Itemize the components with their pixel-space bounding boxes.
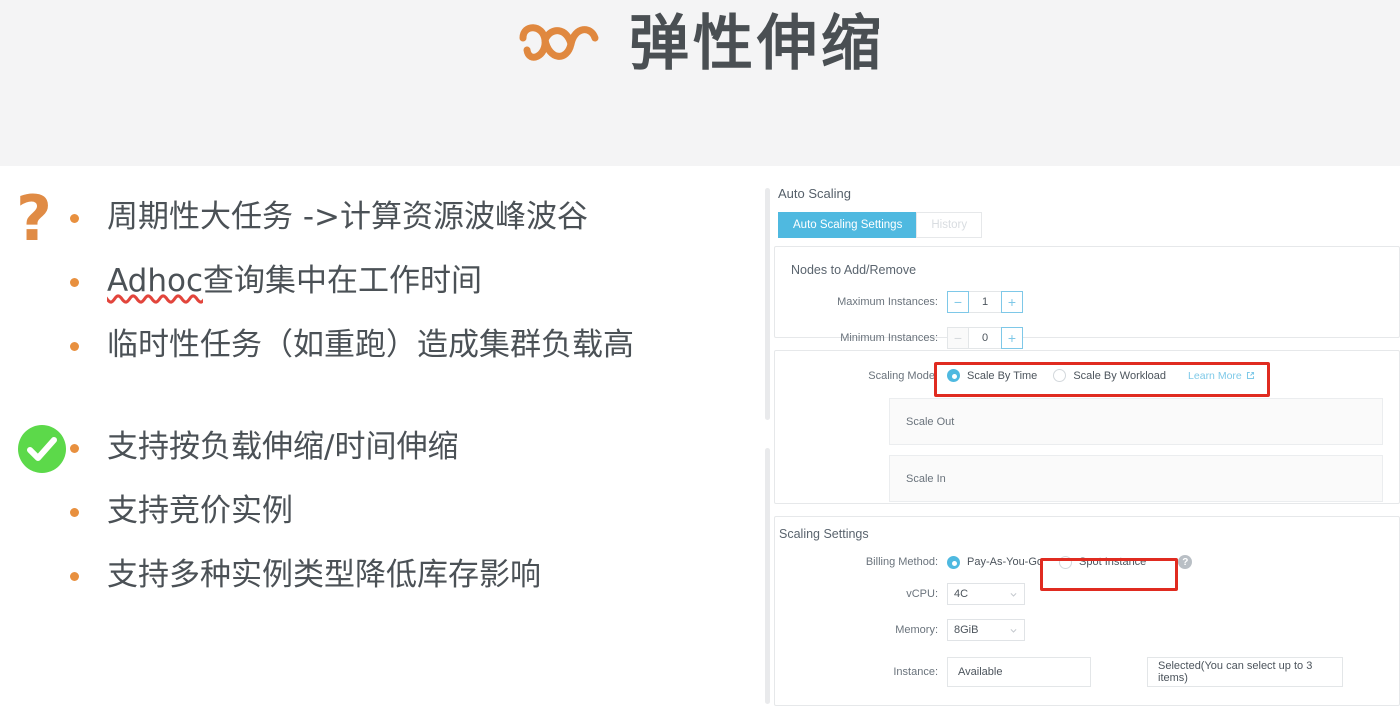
bullet-text: 支持竞价实例 bbox=[107, 493, 293, 530]
panel-title: Auto Scaling bbox=[778, 186, 851, 201]
available-header: Available bbox=[958, 666, 1003, 678]
radio-button-icon[interactable] bbox=[1059, 555, 1073, 569]
tab-auto-scaling-settings[interactable]: Auto Scaling Settings bbox=[778, 212, 917, 238]
scaling-settings-card: Scaling Settings Billing Method: Pay-As-… bbox=[774, 516, 1400, 706]
question-mark-icon: ? bbox=[16, 182, 52, 255]
bullet-list-features: 支持按负载伸缩/时间伸缩 支持竞价实例 支持多种实例类型降低库存影响 bbox=[70, 416, 541, 608]
memory-value: 8GiB bbox=[954, 624, 979, 636]
radio-pay-as-you-go[interactable]: Pay-As-You-Go bbox=[947, 555, 1044, 569]
minimum-instances-stepper[interactable]: − 0 + bbox=[947, 327, 1023, 349]
minimum-increment-button[interactable]: + bbox=[1001, 327, 1023, 349]
vcpu-label: vCPU: bbox=[906, 588, 938, 600]
page-title: 弹性伸缩 bbox=[629, 9, 885, 79]
scrollbar-thumb-upper[interactable] bbox=[765, 188, 770, 420]
left-content-pane: ? 周期性大任务 ->计算资源波峰波谷 Adhoc查询集中在工作时间 临时性任务… bbox=[0, 166, 745, 714]
tab-history[interactable]: History bbox=[916, 212, 983, 238]
radio-button-icon[interactable] bbox=[947, 555, 960, 569]
bullet-text: 周期性大任务 ->计算资源波峰波谷 bbox=[107, 199, 589, 236]
learn-more-link[interactable]: Learn More bbox=[1188, 370, 1255, 382]
maximum-instances-label: Maximum Instances: bbox=[837, 296, 938, 308]
radio-label: Spot Instance bbox=[1079, 556, 1147, 568]
scaling-mode-row: Scaling Mode: Scale By Time Scale By Wor… bbox=[775, 369, 1399, 382]
radio-label: Pay-As-You-Go bbox=[967, 556, 1044, 568]
memory-row: Memory: 8GiB bbox=[775, 619, 1399, 641]
scale-out-label: Scale Out bbox=[906, 415, 955, 428]
header-content: 弹性伸缩 bbox=[0, 0, 1400, 88]
radio-button-icon[interactable] bbox=[1053, 369, 1067, 382]
billing-method-label: Billing Method: bbox=[865, 556, 938, 568]
instance-label: Instance: bbox=[893, 666, 938, 678]
scaling-mode-card: Scaling Mode: Scale By Time Scale By Wor… bbox=[774, 350, 1400, 504]
list-item: 支持竞价实例 bbox=[70, 480, 541, 544]
minimum-instances-value[interactable]: 0 bbox=[969, 327, 1001, 349]
minimum-instances-label: Minimum Instances: bbox=[840, 332, 938, 344]
minimum-instances-row: Minimum Instances: − 0 + bbox=[775, 327, 1399, 349]
bullet-text: 支持按负载伸缩/时间伸缩 bbox=[107, 429, 459, 466]
list-item: 临时性任务（如重跑）造成集群负载高 bbox=[70, 314, 634, 378]
green-check-icon-svg bbox=[18, 425, 66, 473]
learn-more-label: Learn More bbox=[1188, 369, 1242, 382]
list-item: 支持按负载伸缩/时间伸缩 bbox=[70, 416, 541, 480]
chevron-down-icon bbox=[1010, 628, 1017, 633]
tab-label: History bbox=[931, 219, 968, 231]
bullet-text: 支持多种实例类型降低库存影响 bbox=[107, 557, 541, 594]
vcpu-row: vCPU: 4C bbox=[775, 583, 1399, 605]
instance-row: Instance: Available Selected(You can sel… bbox=[775, 657, 1399, 687]
vcpu-value: 4C bbox=[954, 588, 969, 600]
bullet-text: Adhoc查询集中在工作时间 bbox=[107, 263, 482, 300]
scrollbar-thumb-lower[interactable] bbox=[765, 448, 770, 704]
scaling-mode-label: Scaling Mode: bbox=[868, 369, 938, 382]
nodes-card: Nodes to Add/Remove Maximum Instances: −… bbox=[774, 246, 1400, 349]
elastic-scaling-logo-svg bbox=[519, 24, 599, 61]
bullet-dot-icon bbox=[70, 571, 79, 581]
radio-label: Scale By Workload bbox=[1073, 369, 1167, 382]
chevron-down-icon bbox=[1010, 592, 1017, 597]
auto-scaling-panel: Auto Scaling Auto Scaling Settings Histo… bbox=[774, 166, 1400, 714]
radio-button-icon[interactable] bbox=[947, 369, 960, 382]
radio-scale-by-time[interactable]: Scale By Time bbox=[947, 369, 1037, 382]
list-item: Adhoc查询集中在工作时间 bbox=[70, 250, 634, 314]
bullet-dot-icon bbox=[70, 507, 79, 517]
maximum-decrement-button[interactable]: − bbox=[947, 291, 969, 313]
radio-spot-instance[interactable]: Spot Instance bbox=[1059, 555, 1147, 569]
scaling-settings-title: Scaling Settings bbox=[779, 527, 869, 541]
elastic-scaling-logo bbox=[515, 16, 603, 72]
bullet-dot-icon bbox=[70, 443, 79, 453]
bullet-list-problems: 周期性大任务 ->计算资源波峰波谷 Adhoc查询集中在工作时间 临时性任务（如… bbox=[70, 186, 634, 378]
maximum-instances-stepper[interactable]: − 1 + bbox=[947, 291, 1023, 313]
radio-scale-by-workload[interactable]: Scale By Workload bbox=[1053, 369, 1166, 382]
external-link-icon bbox=[1246, 371, 1254, 380]
misspelled-word: Adhoc bbox=[107, 263, 203, 300]
scale-in-label: Scale In bbox=[906, 472, 946, 485]
tab-label: Auto Scaling Settings bbox=[793, 219, 903, 231]
billing-method-row: Billing Method: Pay-As-You-Go Spot Insta… bbox=[775, 555, 1399, 569]
bullet-text-rest: 查询集中在工作时间 bbox=[203, 263, 482, 300]
memory-select[interactable]: 8GiB bbox=[947, 619, 1025, 641]
maximum-instances-value[interactable]: 1 bbox=[969, 291, 1001, 313]
header-banner: 弹性伸缩 bbox=[0, 0, 1400, 166]
help-icon[interactable]: ? bbox=[1178, 555, 1193, 569]
slide-root: 弹性伸缩 ? 周期性大任务 ->计算资源波峰波谷 Adhoc查询集中在工作时间 … bbox=[0, 0, 1400, 714]
bullet-dot-icon bbox=[70, 277, 79, 287]
scrollbar[interactable] bbox=[762, 166, 774, 714]
bullet-dot-icon bbox=[70, 213, 79, 223]
memory-label: Memory: bbox=[895, 624, 938, 636]
green-check-icon bbox=[16, 420, 72, 482]
nodes-section-title: Nodes to Add/Remove bbox=[791, 263, 917, 277]
instance-available-list[interactable]: Available bbox=[947, 657, 1091, 687]
selected-header: Selected(You can select up to 3 items) bbox=[1158, 660, 1313, 684]
list-item: 支持多种实例类型降低库存影响 bbox=[70, 544, 541, 608]
vcpu-select[interactable]: 4C bbox=[947, 583, 1025, 605]
minimum-decrement-button: − bbox=[947, 327, 969, 349]
list-item: 周期性大任务 ->计算资源波峰波谷 bbox=[70, 186, 634, 250]
maximum-instances-row: Maximum Instances: − 1 + bbox=[775, 291, 1399, 313]
radio-label: Scale By Time bbox=[967, 369, 1038, 382]
tab-bar: Auto Scaling Settings History bbox=[778, 212, 1400, 238]
bullet-dot-icon bbox=[70, 341, 79, 351]
scale-in-panel[interactable]: Scale In bbox=[889, 455, 1383, 502]
instance-selected-list[interactable]: Selected(You can select up to 3 items) bbox=[1147, 657, 1343, 687]
bullet-text: 临时性任务（如重跑）造成集群负载高 bbox=[107, 327, 634, 364]
maximum-increment-button[interactable]: + bbox=[1001, 291, 1023, 313]
scale-out-panel[interactable]: Scale Out bbox=[889, 398, 1383, 445]
